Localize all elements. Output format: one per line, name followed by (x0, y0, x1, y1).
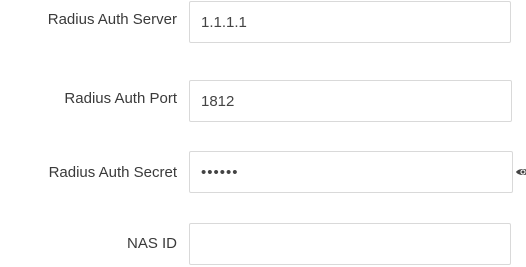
eye-icon-graphic (516, 169, 526, 175)
radius-auth-secret-row: Radius Auth Secret (0, 151, 526, 195)
radius-auth-secret-input[interactable] (189, 151, 513, 193)
radius-settings-form: Radius Auth Server Radius Auth Port Radi… (0, 0, 526, 267)
radius-auth-server-label: Radius Auth Server (47, 11, 177, 28)
eye-icon[interactable] (515, 164, 526, 180)
nas-id-input[interactable] (189, 223, 511, 265)
nas-id-row: NAS ID (0, 222, 526, 266)
radius-auth-port-input[interactable] (189, 80, 512, 122)
radius-auth-secret-label: Radius Auth Secret (48, 164, 177, 181)
radius-auth-port-row: Radius Auth Port (0, 79, 526, 123)
radius-auth-server-row: Radius Auth Server (0, 0, 526, 44)
radius-auth-port-label: Radius Auth Port (64, 90, 177, 107)
radius-auth-server-input[interactable] (189, 1, 511, 43)
nas-id-label: NAS ID (126, 235, 177, 252)
